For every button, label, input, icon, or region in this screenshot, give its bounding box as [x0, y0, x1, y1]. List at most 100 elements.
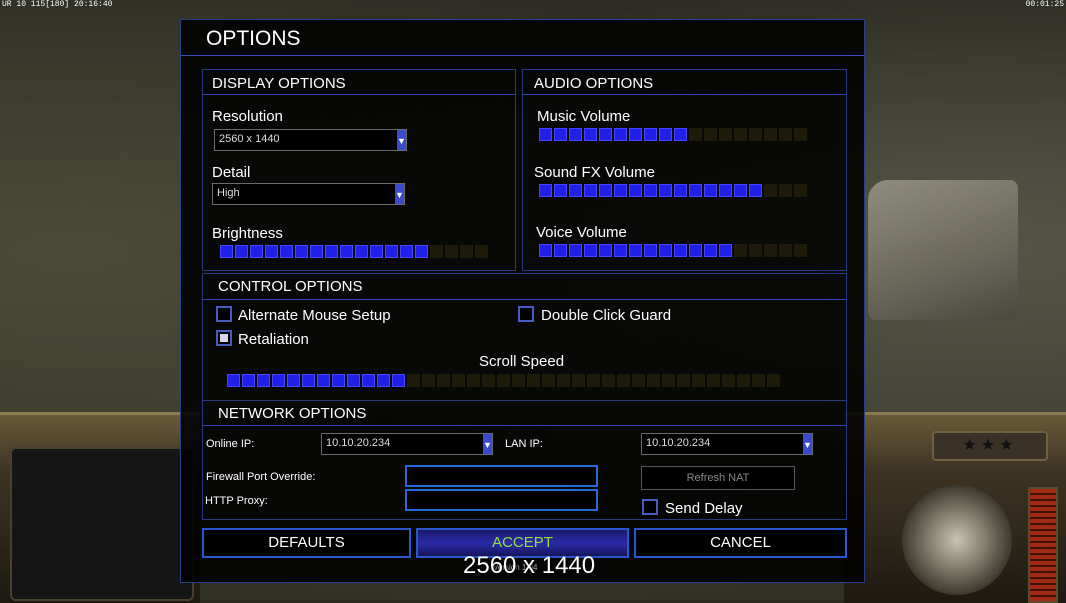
slider-segment[interactable] [719, 244, 732, 257]
cancel-button[interactable]: CANCEL [634, 528, 847, 558]
slider-segment[interactable] [674, 184, 687, 197]
slider-segment[interactable] [692, 374, 705, 387]
slider-segment[interactable] [662, 374, 675, 387]
slider-segment[interactable] [749, 244, 762, 257]
slider-segment[interactable] [644, 184, 657, 197]
slider-segment[interactable] [325, 245, 338, 258]
slider-segment[interactable] [764, 128, 777, 141]
send-delay-checkbox[interactable] [642, 499, 658, 515]
slider-segment[interactable] [677, 374, 690, 387]
slider-segment[interactable] [400, 245, 413, 258]
slider-segment[interactable] [719, 184, 732, 197]
defaults-button[interactable]: DEFAULTS [202, 528, 411, 558]
slider-segment[interactable] [749, 128, 762, 141]
slider-segment[interactable] [629, 244, 642, 257]
slider-segment[interactable] [689, 244, 702, 257]
slider-segment[interactable] [572, 374, 585, 387]
dropdown-arrow-icon[interactable]: ▼ [397, 130, 406, 150]
slider-segment[interactable] [587, 374, 600, 387]
slider-segment[interactable] [617, 374, 630, 387]
slider-segment[interactable] [460, 245, 473, 258]
slider-segment[interactable] [437, 374, 450, 387]
slider-segment[interactable] [220, 245, 233, 258]
slider-segment[interactable] [644, 128, 657, 141]
slider-segment[interactable] [407, 374, 420, 387]
slider-segment[interactable] [722, 374, 735, 387]
slider-segment[interactable] [584, 184, 597, 197]
slider-segment[interactable] [752, 374, 765, 387]
brightness-slider[interactable] [220, 245, 490, 259]
slider-segment[interactable] [794, 244, 807, 257]
slider-segment[interactable] [554, 184, 567, 197]
slider-segment[interactable] [445, 245, 458, 258]
slider-segment[interactable] [497, 374, 510, 387]
sfx-volume-slider[interactable] [539, 184, 809, 198]
slider-segment[interactable] [689, 184, 702, 197]
slider-segment[interactable] [704, 244, 717, 257]
slider-segment[interactable] [475, 245, 488, 258]
slider-segment[interactable] [737, 374, 750, 387]
slider-segment[interactable] [355, 245, 368, 258]
slider-segment[interactable] [272, 374, 285, 387]
http-proxy-input[interactable] [405, 489, 598, 511]
slider-segment[interactable] [385, 245, 398, 258]
refresh-nat-button[interactable]: Refresh NAT [641, 466, 795, 490]
slider-segment[interactable] [719, 128, 732, 141]
slider-segment[interactable] [554, 128, 567, 141]
slider-segment[interactable] [250, 245, 263, 258]
online-ip-dropdown[interactable]: 10.10.20.234 ▼ [321, 433, 493, 455]
slider-segment[interactable] [392, 374, 405, 387]
slider-segment[interactable] [265, 245, 278, 258]
slider-segment[interactable] [452, 374, 465, 387]
slider-segment[interactable] [749, 184, 762, 197]
slider-segment[interactable] [707, 374, 720, 387]
slider-segment[interactable] [539, 244, 552, 257]
slider-segment[interactable] [554, 244, 567, 257]
slider-segment[interactable] [542, 374, 555, 387]
slider-segment[interactable] [674, 128, 687, 141]
slider-segment[interactable] [569, 128, 582, 141]
slider-segment[interactable] [764, 184, 777, 197]
slider-segment[interactable] [227, 374, 240, 387]
retaliation-checkbox[interactable] [216, 330, 232, 346]
slider-segment[interactable] [734, 244, 747, 257]
slider-segment[interactable] [235, 245, 248, 258]
slider-segment[interactable] [257, 374, 270, 387]
slider-segment[interactable] [569, 184, 582, 197]
slider-segment[interactable] [614, 184, 627, 197]
slider-segment[interactable] [512, 374, 525, 387]
slider-segment[interactable] [734, 184, 747, 197]
slider-segment[interactable] [527, 374, 540, 387]
slider-segment[interactable] [569, 244, 582, 257]
slider-segment[interactable] [794, 184, 807, 197]
slider-segment[interactable] [280, 245, 293, 258]
slider-segment[interactable] [370, 245, 383, 258]
firewall-port-input[interactable] [405, 465, 598, 487]
voice-volume-slider[interactable] [539, 244, 809, 258]
slider-segment[interactable] [430, 245, 443, 258]
slider-segment[interactable] [767, 374, 780, 387]
slider-segment[interactable] [599, 128, 612, 141]
slider-segment[interactable] [599, 184, 612, 197]
slider-segment[interactable] [310, 245, 323, 258]
lan-ip-dropdown[interactable]: 10.10.20.234 ▼ [641, 433, 813, 455]
slider-segment[interactable] [482, 374, 495, 387]
slider-segment[interactable] [295, 245, 308, 258]
slider-segment[interactable] [242, 374, 255, 387]
slider-segment[interactable] [287, 374, 300, 387]
slider-segment[interactable] [674, 244, 687, 257]
command-dial[interactable] [902, 485, 1012, 595]
slider-segment[interactable] [659, 128, 672, 141]
slider-segment[interactable] [347, 374, 360, 387]
dropdown-arrow-icon[interactable]: ▼ [803, 434, 812, 454]
slider-segment[interactable] [557, 374, 570, 387]
slider-segment[interactable] [629, 184, 642, 197]
slider-segment[interactable] [647, 374, 660, 387]
slider-segment[interactable] [704, 128, 717, 141]
slider-segment[interactable] [539, 128, 552, 141]
slider-segment[interactable] [659, 244, 672, 257]
slider-segment[interactable] [539, 184, 552, 197]
slider-segment[interactable] [632, 374, 645, 387]
music-volume-slider[interactable] [539, 128, 809, 142]
slider-segment[interactable] [704, 184, 717, 197]
